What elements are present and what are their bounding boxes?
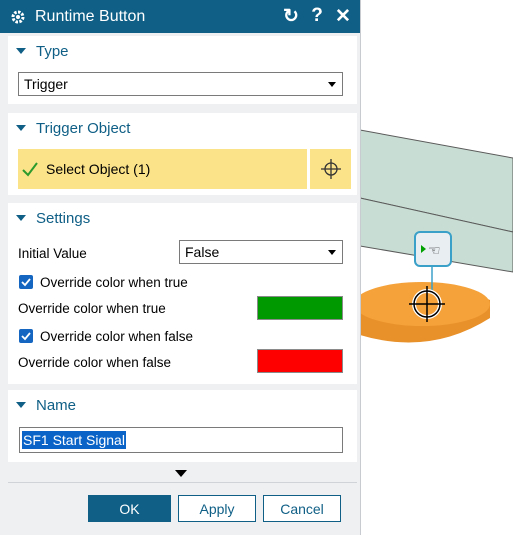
name-section-header[interactable]: Name (8, 390, 357, 420)
name-section: Name SF1 Start Signal (8, 390, 357, 462)
override-false-checkbox[interactable] (19, 329, 33, 343)
select-object-row[interactable]: Select Object (1) (18, 149, 351, 189)
override-false-color-label: Override color when false (18, 355, 172, 370)
name-input-value: SF1 Start Signal (22, 431, 126, 449)
dropdown-arrow-icon (328, 82, 336, 87)
type-dropdown-value: Trigger (24, 76, 68, 92)
gear-icon (10, 9, 26, 25)
name-input[interactable]: SF1 Start Signal (19, 427, 343, 453)
override-true-checkbox-label: Override color when true (40, 275, 188, 290)
dropdown-arrow-icon (328, 250, 336, 255)
override-true-checkbox[interactable] (19, 275, 33, 289)
override-false-color-swatch[interactable] (257, 349, 343, 373)
type-section-label: Type (36, 42, 69, 60)
settings-section-label: Settings (36, 209, 91, 227)
dialog-title: Runtime Button (35, 7, 146, 25)
runtime-button-dialog: Runtime Button ↻ ? ✕ Type Trigger Trigge… (0, 0, 361, 535)
checkmark-icon (21, 278, 31, 287)
ok-button[interactable]: OK (88, 495, 171, 522)
initial-value-dropdown-value: False (185, 244, 220, 260)
model-scene: ☜ (360, 129, 513, 343)
settings-section: Settings Initial Value False Override co… (8, 203, 357, 384)
trigger-object-section: Trigger Object Select Object (1) (8, 113, 357, 195)
name-section-label: Name (36, 396, 77, 414)
expand-more-icon[interactable] (175, 470, 187, 477)
trigger-object-section-header[interactable]: Trigger Object (8, 113, 357, 143)
collapse-caret-icon (16, 48, 26, 54)
collapse-caret-icon (16, 402, 26, 408)
checkmark-icon (20, 159, 40, 179)
cancel-button[interactable]: Cancel (263, 495, 341, 522)
type-section-header[interactable]: Type (8, 36, 357, 66)
collapse-caret-icon (16, 215, 26, 221)
initial-value-dropdown[interactable]: False (179, 240, 343, 264)
apply-button[interactable]: Apply (178, 495, 256, 522)
trigger-object-section-label: Trigger Object (36, 119, 131, 137)
title-bar[interactable]: Runtime Button ↻ ? ✕ (0, 0, 360, 33)
override-true-color-label: Override color when true (18, 301, 166, 316)
svg-text:☜: ☜ (428, 243, 441, 259)
select-object-label: Select Object (1) (46, 161, 151, 177)
close-icon[interactable]: ✕ (334, 5, 352, 27)
override-false-checkbox-label: Override color when false (40, 329, 194, 344)
crosshair-icon[interactable] (311, 149, 351, 189)
checkmark-icon (21, 332, 31, 341)
override-true-color-swatch[interactable] (257, 296, 343, 320)
help-icon[interactable]: ? (308, 5, 326, 27)
settings-section-header[interactable]: Settings (8, 203, 357, 233)
type-dropdown[interactable]: Trigger (18, 72, 343, 96)
collapse-caret-icon (16, 125, 26, 131)
type-section: Type Trigger (8, 36, 357, 104)
reset-icon[interactable]: ↻ (282, 5, 300, 27)
graphics-viewport[interactable]: ☜ (360, 0, 513, 535)
initial-value-label: Initial Value (18, 246, 87, 261)
